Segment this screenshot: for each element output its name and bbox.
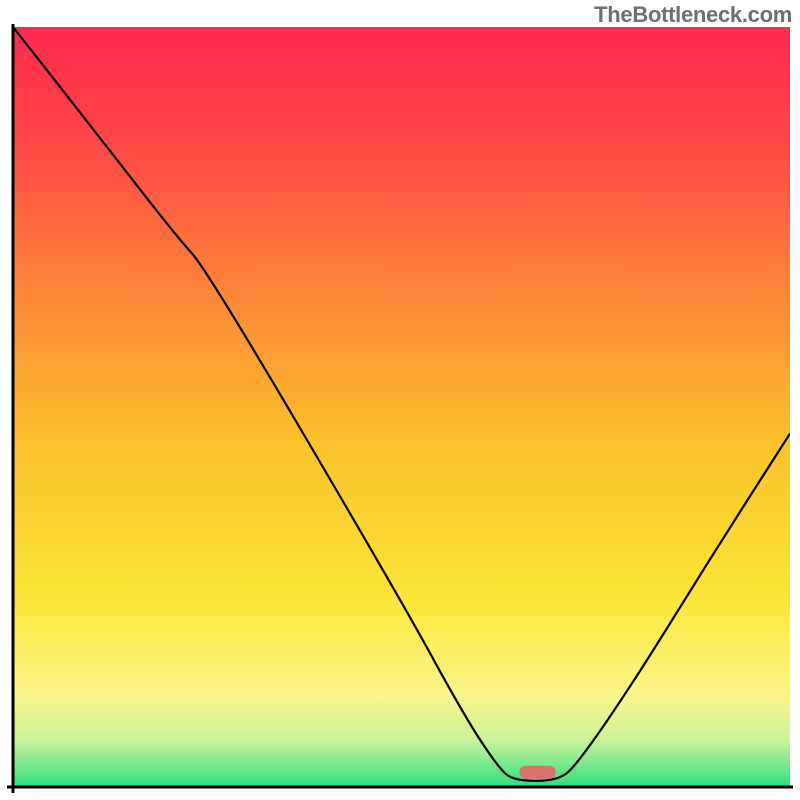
bottleneck-chart xyxy=(0,0,800,800)
optimum-marker xyxy=(519,766,555,779)
chart-container: { "watermark": "TheBottleneck.com", "cha… xyxy=(0,0,800,800)
gradient-background xyxy=(13,27,790,787)
